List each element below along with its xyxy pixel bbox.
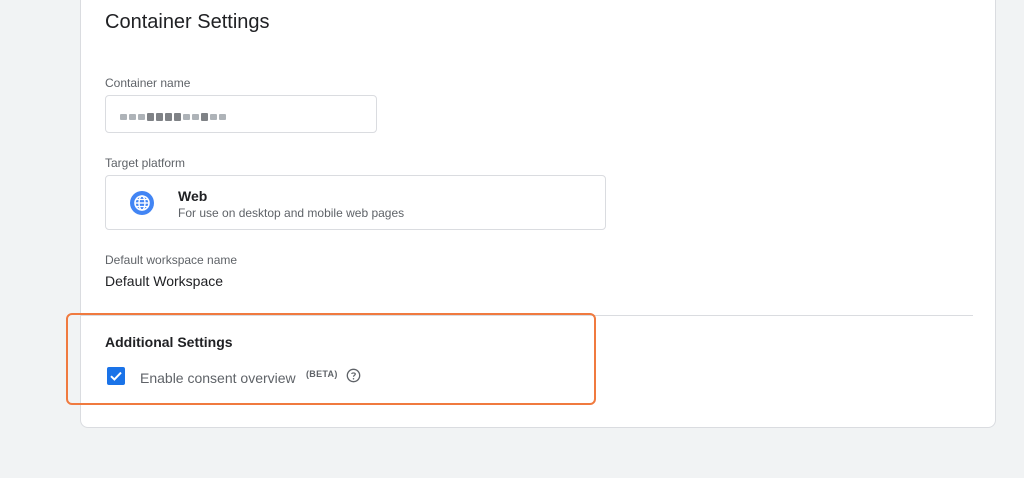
workspace-label: Default workspace name (105, 253, 238, 267)
beta-badge: (BETA) (306, 369, 338, 379)
obscured-name-text (120, 113, 226, 121)
page-title: Container Settings (105, 11, 270, 33)
workspace-value: Default Workspace (105, 273, 224, 289)
checkmark-icon (110, 371, 122, 381)
help-circle-icon[interactable] (346, 368, 361, 383)
consent-overview-checkbox[interactable] (107, 367, 125, 385)
platform-option-title: Web (178, 188, 208, 204)
consent-overview-label[interactable]: Enable consent overview (140, 370, 296, 386)
container-name-label: Container name (105, 76, 191, 90)
container-name-field[interactable] (105, 95, 377, 133)
globe-icon (130, 191, 154, 215)
target-platform-label: Target platform (105, 156, 186, 170)
platform-option-description: For use on desktop and mobile web pages (178, 206, 405, 220)
platform-option-web[interactable]: Web For use on desktop and mobile web pa… (105, 175, 606, 230)
additional-settings-title: Additional Settings (105, 334, 233, 350)
highlight-annotation-box (66, 313, 596, 405)
